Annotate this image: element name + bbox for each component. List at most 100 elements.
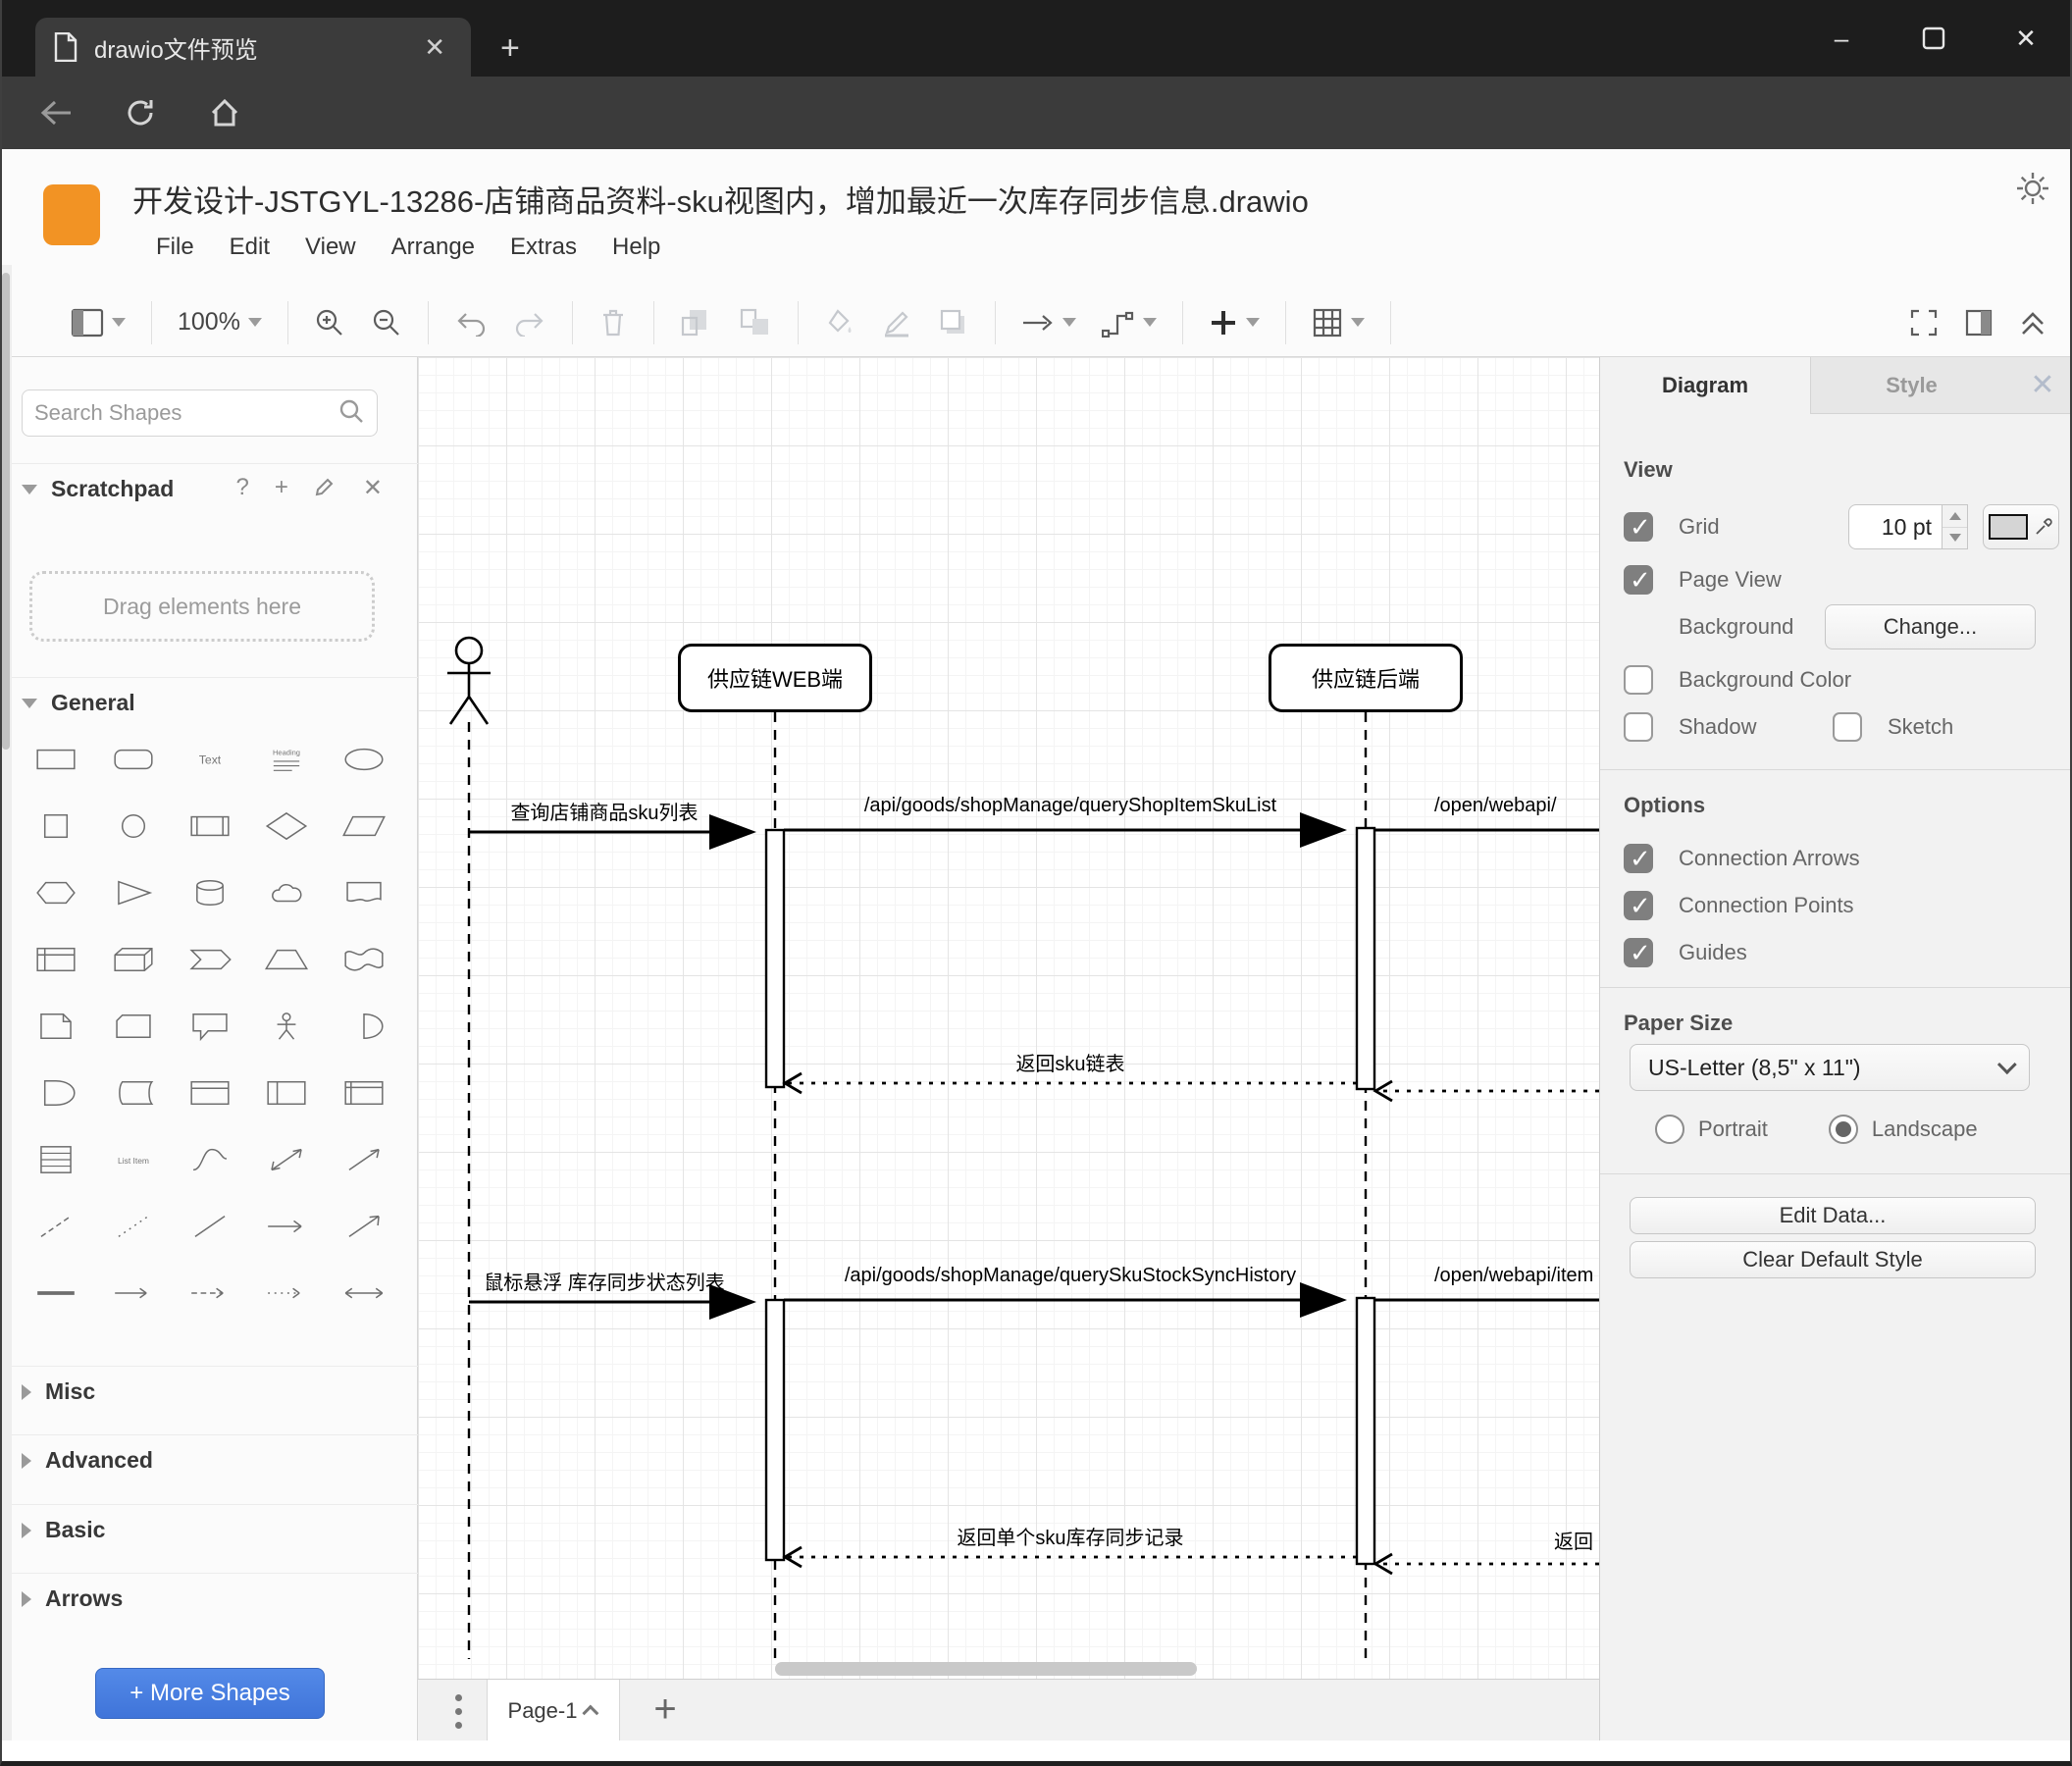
section-arrows[interactable]: Arrows bbox=[0, 1573, 418, 1624]
shape-dotted-arrow-edge[interactable] bbox=[255, 1272, 318, 1315]
fill-color-button[interactable] bbox=[824, 307, 855, 338]
tab-close-icon[interactable]: ✕ bbox=[416, 30, 453, 64]
message-label[interactable]: /open/webapi/item bbox=[1434, 1265, 1593, 1287]
shape-cylinder[interactable] bbox=[179, 871, 241, 914]
shape-dotted-line[interactable] bbox=[102, 1205, 165, 1248]
connection-points-checkbox[interactable] bbox=[1624, 891, 1653, 921]
shape-document[interactable] bbox=[333, 871, 395, 914]
browser-tab[interactable]: drawio文件预览 ✕ bbox=[35, 18, 471, 77]
shape-process[interactable] bbox=[179, 805, 241, 848]
shape-rounded-rectangle[interactable] bbox=[102, 738, 165, 781]
clear-default-style-button[interactable]: Clear Default Style bbox=[1630, 1241, 2036, 1278]
collapse-toolbar-button[interactable] bbox=[2019, 308, 2046, 338]
scrollbar-thumb[interactable] bbox=[2, 273, 10, 750]
message-label[interactable]: 查询店铺商品sku列表 bbox=[447, 797, 761, 825]
connection-arrows-checkbox[interactable] bbox=[1624, 844, 1653, 874]
back-icon[interactable] bbox=[27, 85, 84, 140]
window-minimize-icon[interactable]: – bbox=[1795, 0, 1888, 77]
undo-button[interactable] bbox=[454, 309, 488, 337]
shape-cube[interactable] bbox=[102, 938, 165, 981]
scratchpad-help-icon[interactable]: ? bbox=[236, 474, 249, 504]
grid-color-button[interactable] bbox=[1983, 504, 2059, 549]
waypoint-style-dropdown[interactable] bbox=[1101, 308, 1157, 338]
section-basic[interactable]: Basic bbox=[0, 1504, 418, 1555]
shape-search-box[interactable] bbox=[22, 390, 378, 437]
panel-close-icon[interactable]: ✕ bbox=[2030, 368, 2054, 402]
grid-checkbox[interactable] bbox=[1624, 512, 1653, 543]
shape-arrow-edge[interactable] bbox=[102, 1272, 165, 1315]
window-maximize-icon[interactable] bbox=[1888, 0, 1980, 77]
menu-file[interactable]: File bbox=[156, 234, 194, 261]
message-label[interactable]: /api/goods/shopManage/querySkuStockSyncH… bbox=[784, 1265, 1357, 1287]
shape-dashed-line[interactable] bbox=[25, 1205, 87, 1248]
shape-bidirectional-edge[interactable] bbox=[333, 1272, 395, 1315]
format-panel-toggle-button[interactable] bbox=[1964, 308, 1994, 338]
shape-circle[interactable] bbox=[102, 805, 165, 848]
home-icon[interactable] bbox=[196, 85, 253, 140]
zoom-dropdown[interactable]: 100% bbox=[178, 308, 262, 337]
message-label[interactable]: 返回单个sku库存同步记录 bbox=[784, 1522, 1357, 1550]
shape-line[interactable] bbox=[179, 1205, 241, 1248]
shape-list-item[interactable]: List Item bbox=[102, 1138, 165, 1181]
section-advanced[interactable]: Advanced bbox=[0, 1434, 418, 1485]
to-back-button[interactable] bbox=[739, 307, 772, 338]
shape-internal-storage[interactable] bbox=[25, 938, 87, 981]
shape-tape[interactable] bbox=[333, 938, 395, 981]
shape-diamond[interactable] bbox=[255, 805, 318, 848]
shape-list[interactable] bbox=[25, 1138, 87, 1181]
paper-size-select[interactable]: US-Letter (8,5" x 11") bbox=[1630, 1044, 2030, 1091]
shape-curve[interactable] bbox=[179, 1138, 241, 1181]
menu-help[interactable]: Help bbox=[612, 234, 660, 261]
tab-diagram[interactable]: Diagram bbox=[1600, 357, 1811, 414]
scratchpad-drop-area[interactable]: Drag elements here bbox=[29, 571, 375, 642]
zoom-in-button[interactable] bbox=[314, 307, 345, 338]
view-panels-button[interactable] bbox=[71, 308, 126, 338]
shape-triangle[interactable] bbox=[102, 871, 165, 914]
more-shapes-button[interactable]: + More Shapes bbox=[95, 1668, 325, 1719]
grid-size-input[interactable] bbox=[1848, 504, 1942, 549]
scratchpad-edit-icon[interactable] bbox=[314, 474, 337, 504]
message-label[interactable]: /api/goods/shopManage/queryShopItemSkuLi… bbox=[784, 795, 1357, 817]
page-tab[interactable]: Page-1 bbox=[487, 1680, 620, 1741]
shape-heading[interactable]: Heading bbox=[255, 738, 318, 781]
add-page-button[interactable]: + bbox=[642, 1688, 689, 1732]
shape-rectangle[interactable] bbox=[25, 738, 87, 781]
shape-or[interactable] bbox=[333, 1005, 395, 1048]
section-misc[interactable]: Misc bbox=[0, 1366, 418, 1417]
menu-view[interactable]: View bbox=[305, 234, 356, 261]
section-general[interactable]: General bbox=[0, 677, 418, 728]
shape-card[interactable] bbox=[102, 1005, 165, 1048]
edit-data-button[interactable]: Edit Data... bbox=[1630, 1197, 2036, 1234]
shape-ellipse[interactable] bbox=[333, 738, 395, 781]
shape-horizontal-container[interactable] bbox=[333, 1071, 395, 1115]
shadow-checkbox[interactable] bbox=[1624, 712, 1653, 742]
page-view-checkbox[interactable] bbox=[1624, 565, 1653, 596]
shape-text[interactable]: Text bbox=[179, 738, 241, 781]
search-icon[interactable] bbox=[337, 397, 365, 430]
shape-trapezoid[interactable] bbox=[255, 938, 318, 981]
message-label[interactable]: 返回 bbox=[1554, 1526, 1593, 1554]
message-label[interactable]: /open/webapi/ bbox=[1434, 795, 1557, 817]
menu-extras[interactable]: Extras bbox=[510, 234, 577, 261]
background-color-checkbox[interactable] bbox=[1624, 665, 1653, 695]
shape-link[interactable] bbox=[25, 1272, 87, 1315]
refresh-icon[interactable] bbox=[112, 85, 169, 140]
canvas-horizontal-scrollbar[interactable] bbox=[775, 1662, 1197, 1676]
shape-cloud[interactable] bbox=[255, 871, 318, 914]
shape-parallelogram[interactable] bbox=[333, 805, 395, 848]
diagram-canvas[interactable]: 供应链WEB端 供应链后端 查询店铺商品sku列表 /api/goods/sho… bbox=[418, 357, 1599, 1679]
message-label[interactable]: 鼠标悬浮 库存同步状态列表 bbox=[447, 1267, 761, 1295]
to-front-button[interactable] bbox=[680, 307, 713, 338]
lifeline-backend[interactable]: 供应链后端 bbox=[1269, 644, 1463, 712]
scratchpad-add-icon[interactable]: + bbox=[275, 474, 288, 504]
shape-data-storage[interactable] bbox=[102, 1071, 165, 1115]
insert-dropdown[interactable] bbox=[1209, 308, 1260, 338]
fullscreen-button[interactable] bbox=[1909, 308, 1939, 338]
shape-simple-arrow[interactable] bbox=[333, 1205, 395, 1248]
menu-edit[interactable]: Edit bbox=[230, 234, 270, 261]
redo-button[interactable] bbox=[513, 309, 546, 337]
shape-vertical-container[interactable] bbox=[255, 1071, 318, 1115]
tab-style[interactable]: Style bbox=[1811, 357, 2012, 414]
delete-button[interactable] bbox=[598, 307, 628, 338]
pages-menu-icon[interactable] bbox=[443, 1689, 473, 1733]
